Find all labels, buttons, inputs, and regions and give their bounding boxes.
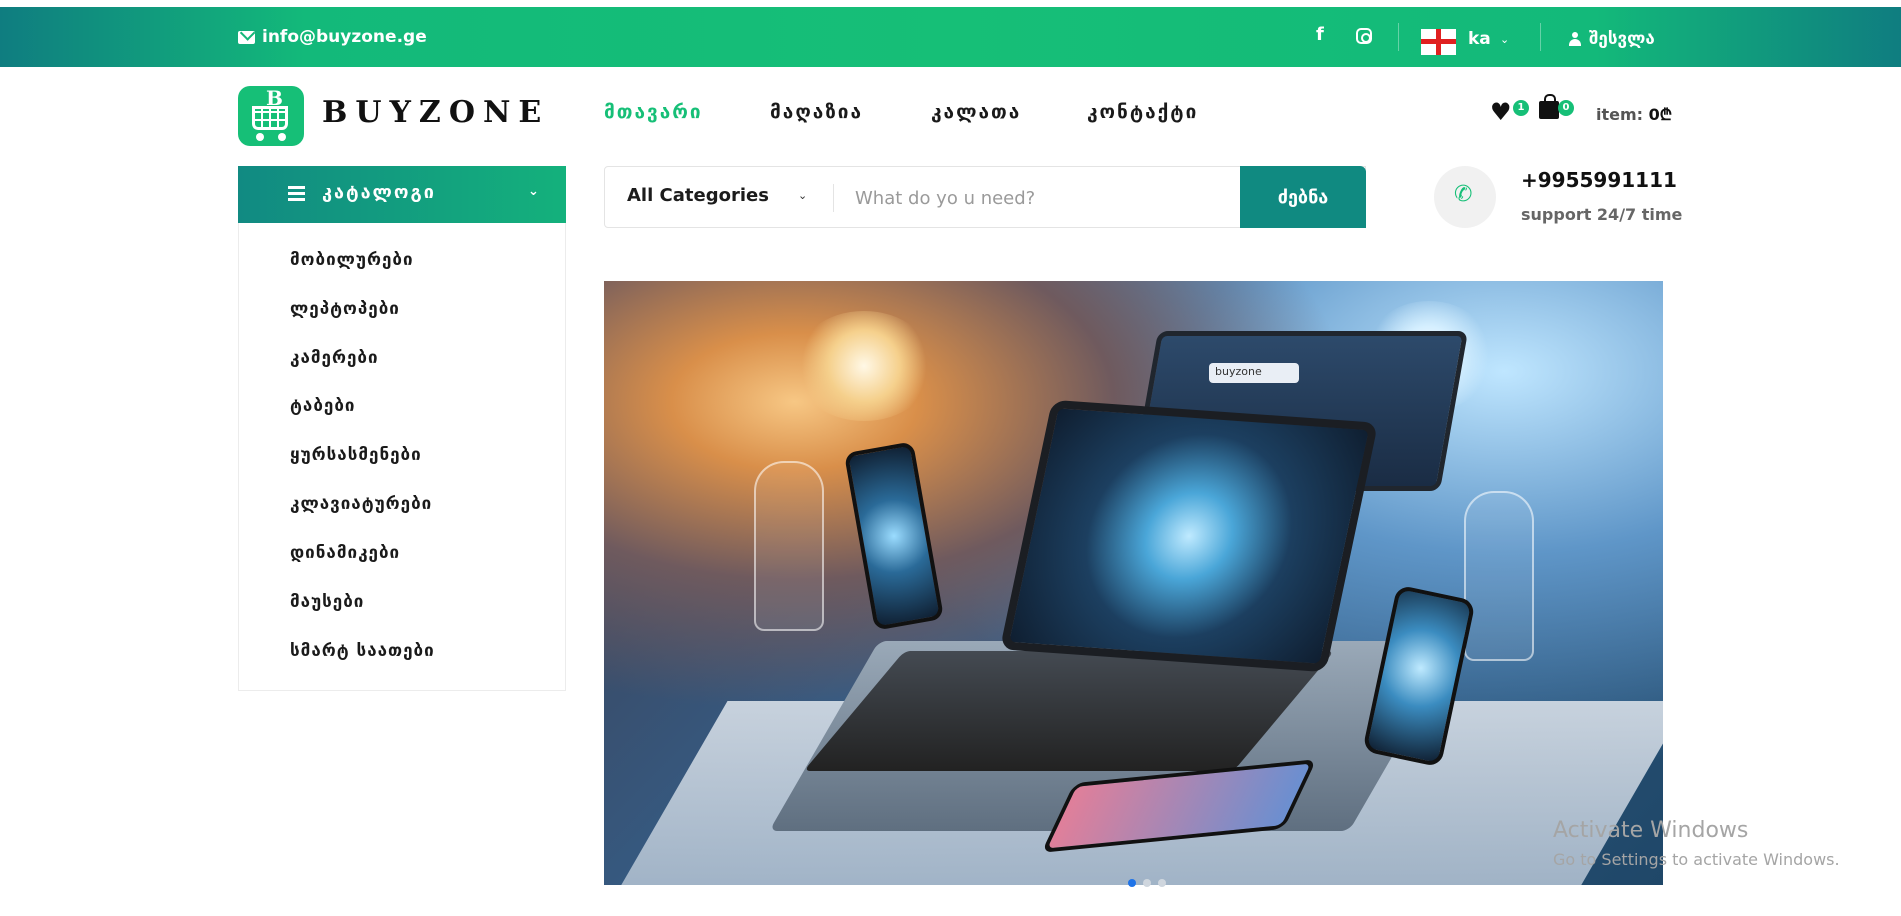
banner-screen-logo: buyzone <box>1209 363 1299 383</box>
catalog-item-mobiles[interactable]: მობილურები <box>290 250 414 270</box>
banner-phone <box>843 441 945 631</box>
menu-icon <box>288 186 305 201</box>
category-select[interactable]: All Categories <box>627 185 769 206</box>
phone-number[interactable]: +9955991111 <box>1521 168 1677 192</box>
carousel-dot[interactable] <box>1143 879 1151 887</box>
catalog-toggle[interactable]: კატალოგი ⌄ <box>238 166 566 223</box>
instagram-icon[interactable] <box>1356 28 1372 44</box>
wishlist-badge: 1 <box>1513 100 1529 116</box>
catalog-item-speakers[interactable]: დინამიკები <box>290 543 400 563</box>
cart-wheel <box>256 133 264 141</box>
login-link[interactable]: შესვლა <box>1569 29 1655 49</box>
banner-glass <box>754 461 824 631</box>
envelope-icon <box>238 30 255 44</box>
catalog-item-tablets[interactable]: ტაბები <box>290 396 355 416</box>
cart-wheel <box>278 133 286 141</box>
hero-banner[interactable]: buyzone <box>604 281 1663 885</box>
support-text: support 24/7 time <box>1521 205 1683 224</box>
nav-cart[interactable]: კალათა <box>931 101 1021 123</box>
catalog-item-cameras[interactable]: კამერები <box>290 348 379 368</box>
cart-logo-icon <box>252 106 288 130</box>
carousel-dot[interactable] <box>1158 879 1166 887</box>
divider <box>833 184 834 212</box>
banner-glass <box>1464 491 1534 661</box>
banner-laptop-screen <box>999 399 1379 673</box>
catalog-item-keyboards[interactable]: კლავიატურები <box>290 494 432 514</box>
georgia-flag-icon[interactable] <box>1421 29 1456 55</box>
shopping-bag-icon[interactable] <box>1539 94 1559 119</box>
catalog-list: მობილურები ლეპტოპები კამერები ტაბები ყურ… <box>238 223 566 691</box>
chevron-down-icon: ⌄ <box>528 184 539 199</box>
logo[interactable]: B <box>238 86 304 146</box>
banner-lamp-glow <box>794 311 934 421</box>
top-bar: info@buyzone.ge f ka ⌄ შესვლა <box>0 7 1901 67</box>
phone-icon: ✆ <box>1454 182 1473 207</box>
nav-shop[interactable]: მაღაზია <box>770 101 863 123</box>
catalog-item-mice[interactable]: მაუსები <box>290 592 364 612</box>
language-selector[interactable]: ka <box>1468 29 1491 49</box>
facebook-icon[interactable]: f <box>1316 24 1324 45</box>
item-value: 0₾ <box>1648 105 1673 124</box>
carousel-dot-active[interactable] <box>1128 879 1136 887</box>
catalog-title: კატალოგი <box>322 182 436 203</box>
windows-activation-subtitle: Go to Settings to activate Windows. <box>1553 850 1840 869</box>
catalog-item-headphones[interactable]: ყურსასმენები <box>290 445 422 465</box>
catalog-item-smartwatches[interactable]: სმარტ საათები <box>290 641 435 661</box>
catalog-item-laptops[interactable]: ლეპტოპები <box>290 299 400 319</box>
user-icon <box>1569 32 1581 46</box>
email-link[interactable]: info@buyzone.ge <box>238 27 427 47</box>
divider <box>1540 23 1541 51</box>
chevron-down-icon[interactable]: ⌄ <box>1500 33 1509 46</box>
login-label: შესვლა <box>1589 29 1655 49</box>
search-input[interactable] <box>855 181 1215 215</box>
heart-icon[interactable]: ♥ <box>1490 100 1512 124</box>
search-button[interactable]: ძებნა <box>1240 166 1366 228</box>
email-text: info@buyzone.ge <box>262 27 427 47</box>
phone-badge: ✆ <box>1434 166 1496 228</box>
nav-contact[interactable]: კონტაქტი <box>1087 101 1198 123</box>
cart-badge: 0 <box>1558 100 1574 116</box>
windows-activation-title: Activate Windows <box>1553 818 1749 843</box>
brand-name[interactable]: BUYZONE <box>322 95 549 130</box>
top-strip <box>0 0 1901 7</box>
nav-home[interactable]: მთავარი <box>604 101 703 123</box>
item-label: item: <box>1596 105 1644 124</box>
divider <box>1398 23 1399 51</box>
cart-total[interactable]: item: 0₾ <box>1596 103 1672 125</box>
chevron-down-icon[interactable]: ⌄ <box>798 189 807 202</box>
